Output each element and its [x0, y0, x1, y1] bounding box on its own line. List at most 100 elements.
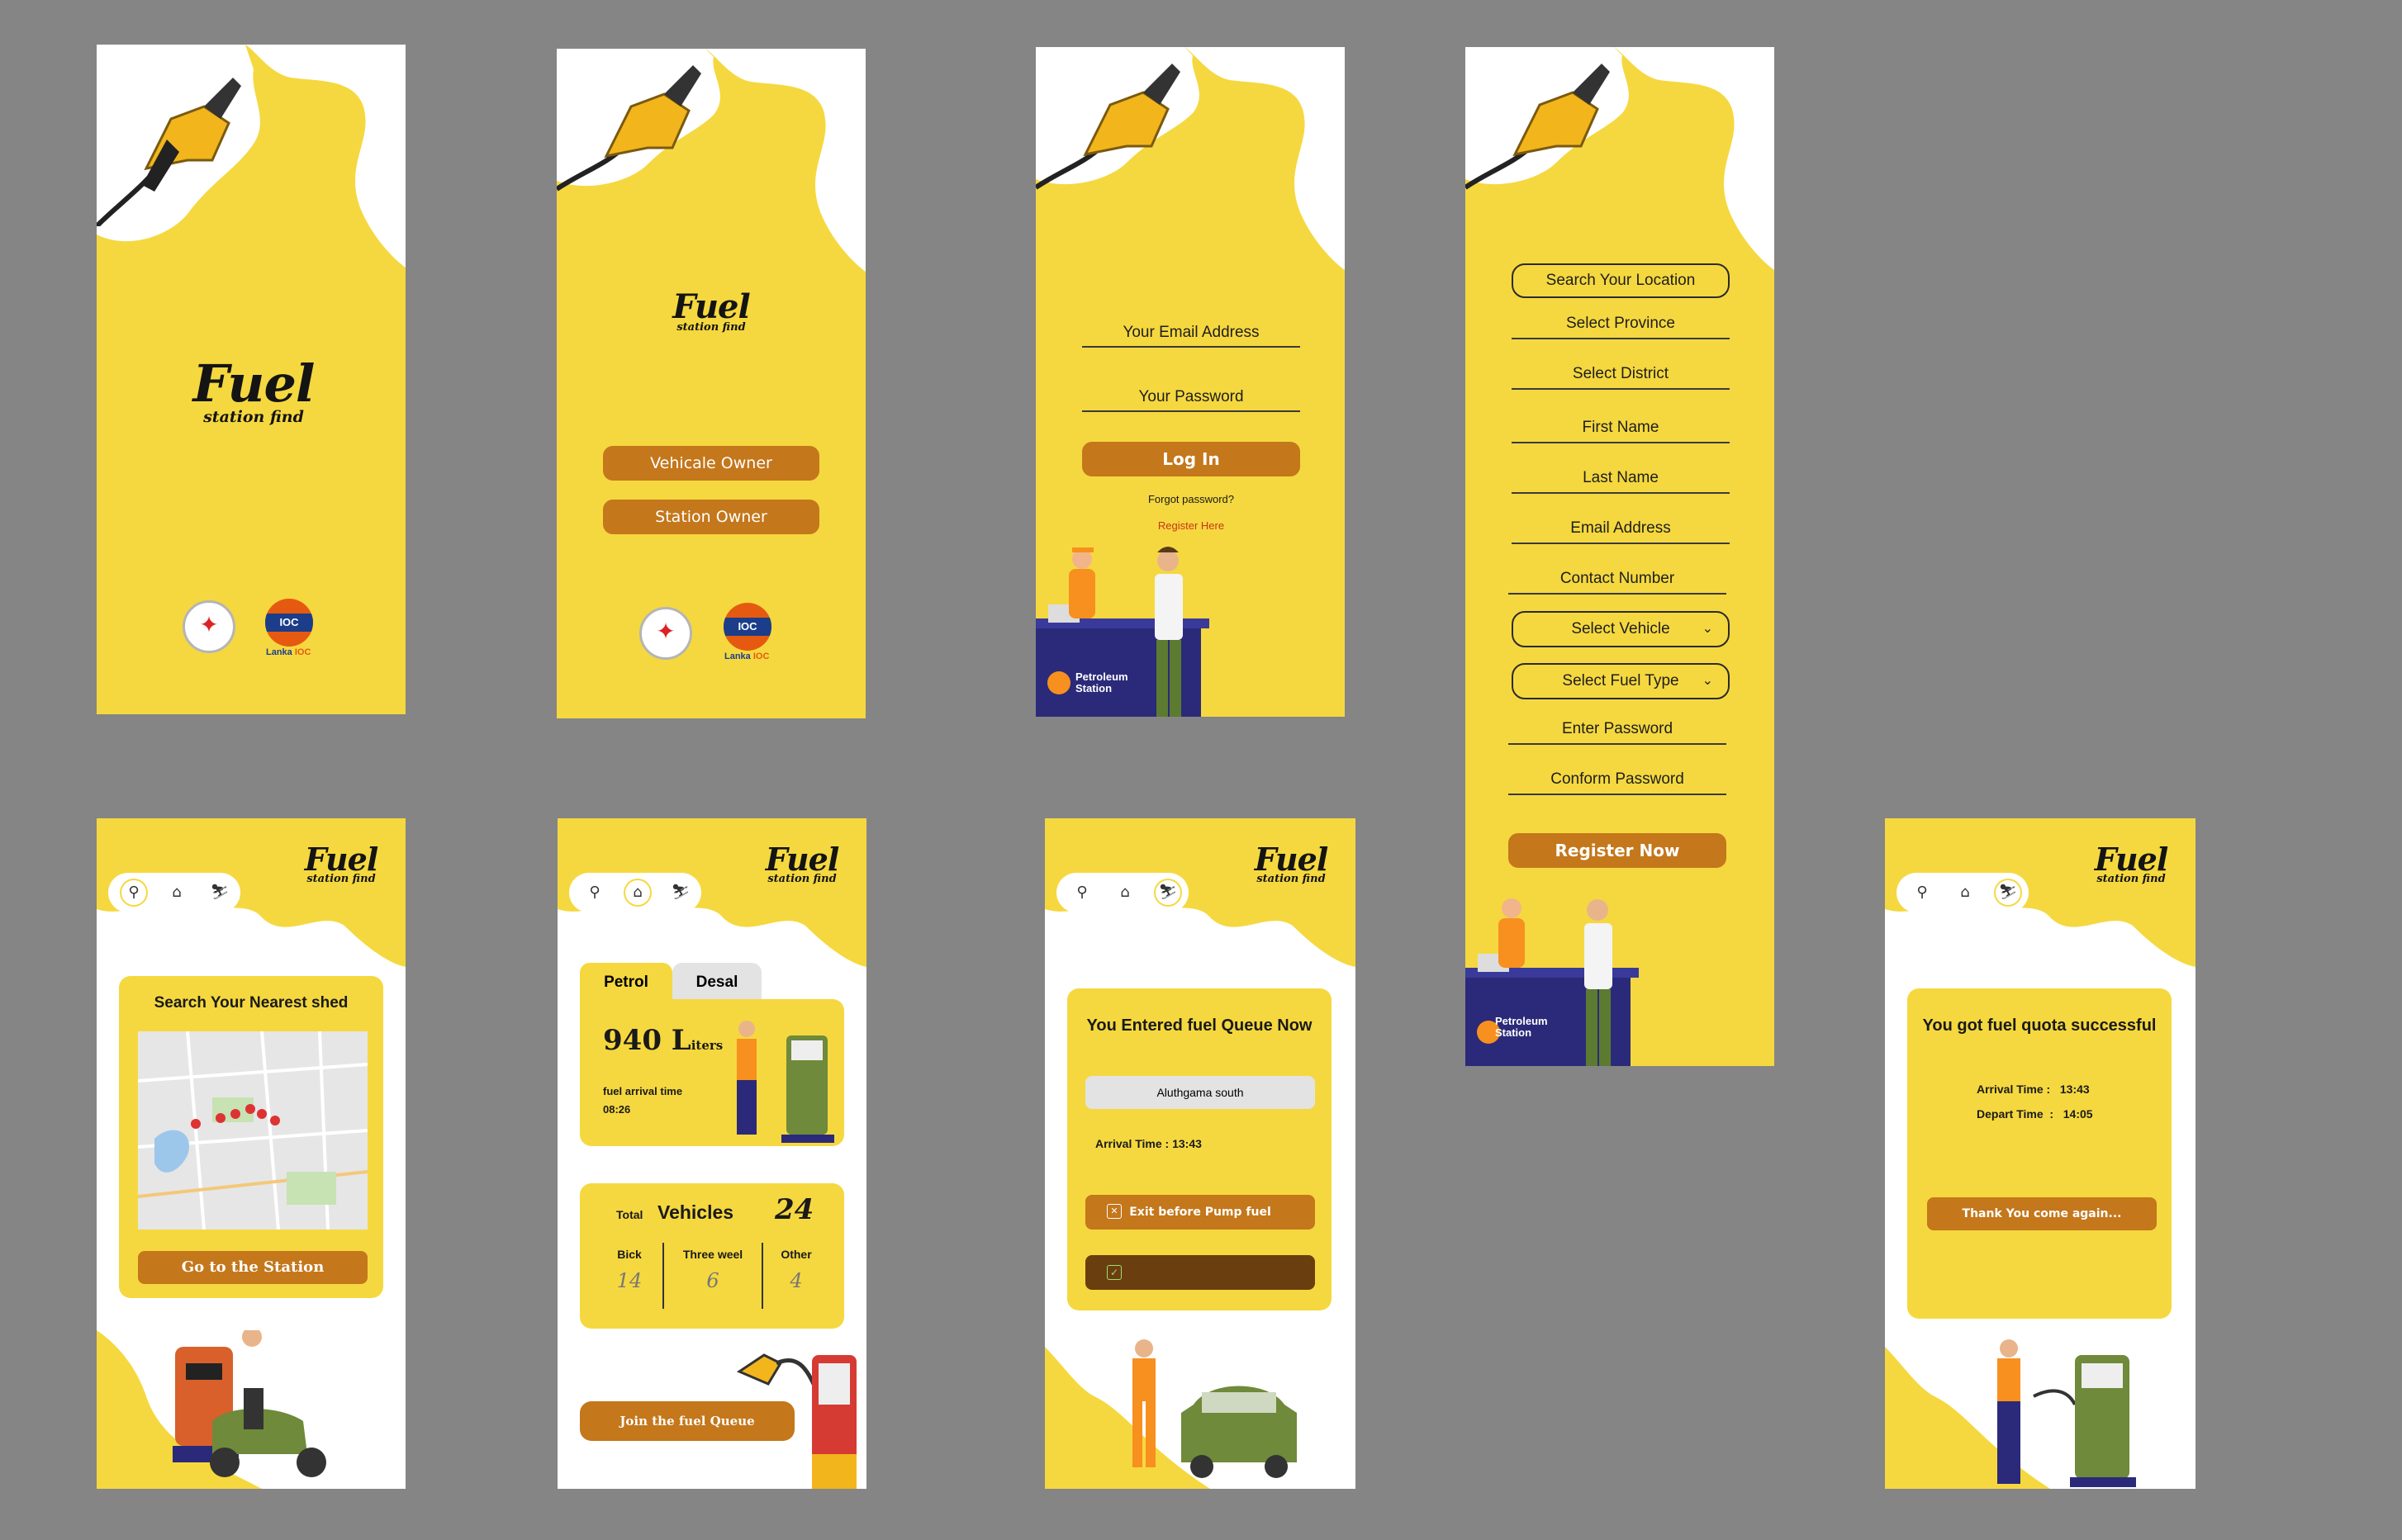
- depart-time: Depart Time : 14:05: [1977, 1107, 2093, 1121]
- chevron-down-icon: ⌄: [1702, 622, 1713, 636]
- exit-queue-label: Exit before Pump fuel: [1129, 1206, 1271, 1219]
- last-name-field[interactable]: Last Name: [1512, 464, 1730, 494]
- fuel-nozzle-icon: [97, 78, 241, 226]
- total-label: Total: [616, 1208, 643, 1221]
- bottom-nav: ⚲ ⌂ ⛷: [1056, 873, 1189, 912]
- app-logo: Fuel station find: [179, 353, 328, 427]
- fuel-nozzle-icon: [557, 65, 701, 192]
- map-view[interactable]: [138, 1031, 368, 1230]
- station-owner-button[interactable]: Station Owner: [603, 500, 819, 534]
- go-to-station-button[interactable]: Go to the Station: [138, 1251, 368, 1284]
- ioc-caption: Lanka IOC: [266, 647, 311, 657]
- logo-title: Fuel: [304, 841, 379, 878]
- attendant-pump-illustration: [1997, 1339, 2136, 1487]
- app-logo: Fuel station find: [2090, 843, 2172, 886]
- arrival-time: Arrival Time : 13:43: [1977, 1083, 2090, 1096]
- forgot-password-link[interactable]: Forgot password?: [1082, 493, 1300, 505]
- bottom-nav: ⚲ ⌂ ⛷: [569, 873, 701, 912]
- location-pin-icon[interactable]: ⚲: [1068, 879, 1096, 907]
- register-screen: Search Your Location Select Province Sel…: [1465, 47, 1774, 1066]
- bottom-nav: ⚲ ⌂ ⛷: [1896, 873, 2029, 912]
- first-name-field[interactable]: First Name: [1512, 414, 1730, 443]
- location-pin-icon[interactable]: ⚲: [1908, 879, 1936, 907]
- fuel-level-card: 940 Liters fuel arrival time 08:26: [580, 999, 844, 1146]
- walking-person-icon[interactable]: ⛷: [667, 879, 695, 907]
- contact-number-field[interactable]: Contact Number: [1508, 565, 1726, 595]
- vehicles-label: Vehicles: [657, 1201, 734, 1223]
- search-location-input[interactable]: Search Your Location: [1512, 263, 1730, 298]
- close-icon: ✕: [1107, 1204, 1122, 1219]
- district-select[interactable]: Select District: [1512, 360, 1730, 390]
- check-icon: ✓: [1107, 1265, 1122, 1280]
- vehicle-select-label: Select Vehicle: [1571, 620, 1670, 637]
- stat-label: Three weel: [682, 1248, 743, 1261]
- logo-title: Fuel: [672, 287, 750, 326]
- register-button[interactable]: Register Now: [1508, 833, 1726, 868]
- register-link[interactable]: Register Here: [1082, 519, 1300, 532]
- tab-diesel[interactable]: Desal: [672, 963, 762, 1002]
- petroleum-emblem-logo: ✦: [639, 607, 692, 660]
- queue-screen: ⚲ ⌂ ⛷ Fuel station find You Entered fuel…: [1045, 818, 1355, 1489]
- vehicle-owner-button[interactable]: Vehicale Owner: [603, 446, 819, 481]
- exit-queue-button[interactable]: ✕ Exit before Pump fuel: [1085, 1195, 1315, 1230]
- stat-label: Bick: [617, 1248, 642, 1261]
- password-field[interactable]: Your Password: [1082, 384, 1300, 412]
- dashboard-screen: ⚲ ⌂ ⛷ Fuel station find Petrol Desal 940…: [558, 818, 866, 1489]
- app-logo: Fuel station find: [1250, 843, 1332, 886]
- bottom-nav: ⚲ ⌂ ⛷: [108, 873, 240, 912]
- success-screen: ⚲ ⌂ ⛷ Fuel station find You got fuel quo…: [1885, 818, 2196, 1489]
- walking-person-icon[interactable]: ⛷: [1994, 879, 2022, 907]
- stat-value: 4: [790, 1269, 803, 1292]
- nearest-shed-card: Search Your Nearest shed Go to the Stati…: [119, 976, 383, 1298]
- password-field[interactable]: Enter Password: [1508, 715, 1726, 745]
- email-field[interactable]: Email Address: [1512, 514, 1730, 544]
- walking-person-icon[interactable]: ⛷: [1154, 879, 1182, 907]
- province-select[interactable]: Select Province: [1512, 310, 1730, 339]
- fuel-nozzle-icon: [1036, 64, 1180, 190]
- scooter-rider-illustration: [173, 1330, 326, 1477]
- location-pin-icon[interactable]: ⚲: [581, 879, 609, 907]
- station-name: Aluthgama south: [1085, 1076, 1315, 1109]
- login-button[interactable]: Log In: [1082, 442, 1300, 476]
- home-icon[interactable]: ⌂: [624, 879, 652, 907]
- splash-screen: Fuel station find ✦ IOC Lanka IOC: [97, 45, 406, 714]
- thank-you-button[interactable]: Thank You come again...: [1927, 1197, 2157, 1230]
- attendant-car-illustration: [1132, 1339, 1297, 1478]
- logo-subtitle: station find: [1256, 873, 1326, 885]
- tab-petrol[interactable]: Petrol: [580, 963, 672, 1002]
- arrival-label: fuel arrival time: [603, 1085, 683, 1097]
- fuel-type-select-label: Select Fuel Type: [1562, 672, 1679, 689]
- total-vehicles-value: 24: [775, 1193, 814, 1226]
- vehicle-select[interactable]: Select Vehicle ⌄: [1512, 611, 1730, 647]
- fuel-nozzle-icon: [1465, 64, 1610, 190]
- confirm-pump-button[interactable]: ✓: [1085, 1255, 1315, 1290]
- login-screen: Your Email Address Your Password Log In …: [1036, 47, 1345, 717]
- app-logo: Fuel station find: [662, 290, 761, 334]
- confirm-password-field[interactable]: Conform Password: [1508, 765, 1726, 795]
- stat-value: 14: [616, 1269, 643, 1292]
- role-select-screen: Fuel station find Vehicale Owner Station…: [557, 49, 866, 718]
- petroleum-emblem-logo: ✦: [183, 600, 235, 653]
- petroleum-station-illustration: [1465, 898, 1639, 1066]
- email-field[interactable]: Your Email Address: [1082, 320, 1300, 348]
- logo-subtitle: station find: [767, 873, 837, 885]
- walking-person-icon[interactable]: ⛷: [206, 879, 234, 907]
- logo-subtitle: station find: [2096, 873, 2166, 885]
- fuel-dispenser-illustration: [736, 1353, 857, 1489]
- home-icon[interactable]: ⌂: [163, 879, 191, 907]
- queue-title: You Entered fuel Queue Now: [1086, 1016, 1313, 1035]
- logo-title: Fuel: [192, 353, 315, 414]
- card-title: Search Your Nearest shed: [154, 994, 349, 1012]
- ioc-logo: IOC: [724, 603, 771, 651]
- arrival-time: Arrival Time : 13:43: [1095, 1137, 1202, 1150]
- home-icon[interactable]: ⌂: [1951, 879, 1979, 907]
- logo-subtitle: station find: [306, 873, 376, 885]
- map-screen: ⚲ ⌂ ⛷ Fuel station find Search Your Near…: [97, 818, 406, 1489]
- location-pin-icon[interactable]: ⚲: [120, 879, 148, 907]
- station-sign: Petroleum Station: [1075, 670, 1128, 694]
- success-card: You got fuel quota successful Arrival Ti…: [1907, 988, 2172, 1319]
- chevron-down-icon: ⌄: [1702, 674, 1713, 688]
- fuel-type-select[interactable]: Select Fuel Type ⌄: [1512, 663, 1730, 699]
- home-icon[interactable]: ⌂: [1111, 879, 1139, 907]
- logo-title: Fuel: [765, 841, 840, 878]
